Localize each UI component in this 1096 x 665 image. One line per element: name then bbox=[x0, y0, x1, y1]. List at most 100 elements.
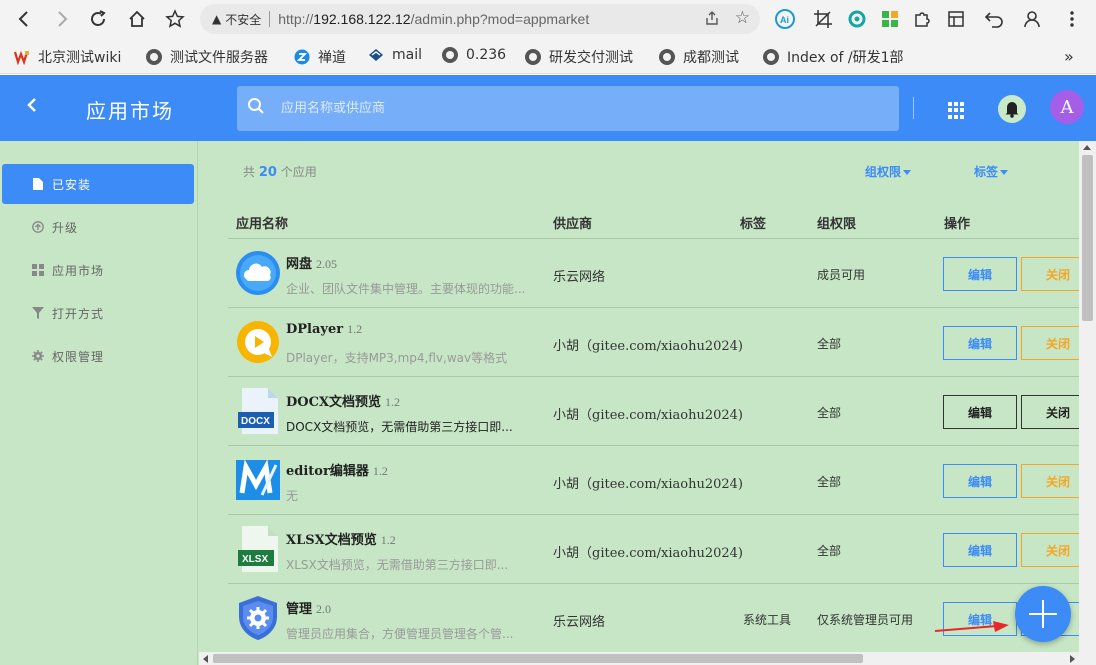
table-row: 管理 2.0 管理员应用集合，方便管理员管理各个管... 乐云网络 系统工具 仅系… bbox=[228, 584, 1079, 652]
cloud-icon bbox=[236, 251, 280, 295]
edit-button[interactable]: 编辑 bbox=[943, 533, 1017, 567]
upgrade-icon bbox=[32, 221, 44, 233]
reload-icon[interactable] bbox=[86, 7, 110, 31]
app-vendor: 小胡（gitee.com/xiaohu2024) bbox=[553, 546, 744, 561]
app-name: editor编辑器 1.2 bbox=[286, 464, 388, 479]
address-bar[interactable]: ▲ 不安全 http://192.168.122.12/admin.php?mo… bbox=[200, 4, 760, 34]
wiki-logo-icon bbox=[13, 49, 30, 66]
vertical-scroll-thumb[interactable] bbox=[1082, 155, 1093, 321]
shield-gear-icon bbox=[239, 596, 277, 640]
horizontal-scroll-thumb[interactable] bbox=[213, 654, 863, 663]
header-divider bbox=[913, 97, 914, 119]
sidebar-item-market[interactable]: 应用市场 bbox=[2, 250, 194, 290]
editor-icon bbox=[236, 459, 280, 500]
bookmark-item[interactable]: 北京测试wiki bbox=[13, 47, 121, 67]
menu-dots-icon[interactable] bbox=[1060, 7, 1084, 31]
bookmarks-bar: 北京测试wiki 测试文件服务器 禅道 mail 0.236 研发交付测试 成都… bbox=[0, 38, 1096, 74]
column-header-tag: 标签 bbox=[740, 217, 767, 232]
close-button[interactable]: 关闭 bbox=[1021, 395, 1079, 429]
app-description: 企业、团队文件集中管理。主要体现的功能... bbox=[286, 282, 526, 296]
search-box[interactable] bbox=[237, 86, 899, 131]
crop-icon[interactable] bbox=[811, 7, 835, 31]
scroll-up-icon[interactable] bbox=[1083, 145, 1091, 150]
horizontal-scrollbar[interactable] bbox=[199, 652, 1079, 665]
bookmark-item[interactable]: 成都测试 bbox=[659, 47, 739, 67]
app-name: DOCX文档预览 1.2 bbox=[286, 395, 401, 410]
add-app-button[interactable] bbox=[1015, 586, 1071, 642]
sidebar-item-permissions[interactable]: 权限管理 bbox=[2, 336, 194, 376]
undo-icon[interactable] bbox=[982, 7, 1006, 31]
home-icon[interactable] bbox=[125, 7, 149, 31]
bookmarks-more-button[interactable]: » bbox=[1064, 47, 1074, 66]
column-header-vendor: 供应商 bbox=[553, 217, 593, 232]
app-body: 已安装 升级 应用市场 打开方式 权限管理 共 20 个应用 组权限 标签 应用… bbox=[0, 141, 1096, 665]
scroll-left-icon[interactable] bbox=[203, 655, 208, 663]
table-row: editor编辑器 1.2 无 小胡（gitee.com/xiaohu2024) … bbox=[228, 446, 1079, 515]
scroll-right-icon[interactable] bbox=[1070, 655, 1075, 663]
column-header-permission: 组权限 bbox=[817, 217, 857, 232]
address-separator bbox=[269, 11, 271, 27]
app-tag: 系统工具 bbox=[743, 613, 792, 627]
edit-button[interactable]: 编辑 bbox=[943, 257, 1017, 291]
sidebar: 已安装 升级 应用市场 打开方式 权限管理 bbox=[0, 141, 198, 665]
back-arrow-icon[interactable] bbox=[12, 7, 36, 31]
svg-text:DOCX: DOCX bbox=[241, 416, 270, 427]
table-row: DPlayer 1.2 DPlayer，支持MP3,mp4,flv,wav等格式 … bbox=[228, 308, 1079, 377]
browser-toolbar: ▲ 不安全 http://192.168.122.12/admin.php?mo… bbox=[0, 0, 1096, 38]
app-vendor: 小胡（gitee.com/xiaohu2024) bbox=[553, 477, 744, 492]
sidebar-item-upgrade[interactable]: 升级 bbox=[2, 207, 194, 247]
app-description: XLSX文档预览，无需借助第三方接口即... bbox=[286, 558, 509, 572]
vertical-scrollbar[interactable] bbox=[1079, 141, 1096, 652]
group-permission-filter[interactable]: 组权限 bbox=[865, 163, 911, 180]
bookmark-item[interactable]: Index of /研发1部 bbox=[763, 47, 904, 67]
app-permission: 全部 bbox=[817, 544, 842, 558]
extensions-puzzle-icon[interactable] bbox=[910, 7, 934, 31]
globe-icon bbox=[146, 49, 162, 65]
grid-icon bbox=[32, 264, 44, 276]
avatar[interactable]: A bbox=[1050, 90, 1084, 124]
close-button[interactable]: 关闭 bbox=[1021, 257, 1079, 291]
edit-button[interactable]: 编辑 bbox=[943, 395, 1017, 429]
forward-arrow-icon[interactable] bbox=[50, 7, 74, 31]
app-name: 管理 2.0 bbox=[286, 602, 332, 617]
app-description: 无 bbox=[286, 489, 299, 503]
close-button[interactable]: 关闭 bbox=[1021, 326, 1079, 360]
qr-extension-icon[interactable] bbox=[878, 7, 902, 31]
app-vendor: 小胡（gitee.com/xiaohu2024) bbox=[553, 339, 744, 354]
back-chevron-icon[interactable] bbox=[26, 95, 38, 120]
app-name: XLSX文档预览 1.2 bbox=[286, 533, 396, 548]
extension-circle-icon[interactable] bbox=[845, 7, 869, 31]
tag-filter[interactable]: 标签 bbox=[974, 163, 1008, 180]
app-name: DPlayer 1.2 bbox=[286, 322, 363, 337]
bookmark-item[interactable]: mail bbox=[368, 47, 422, 63]
sidebar-item-open-with[interactable]: 打开方式 bbox=[2, 293, 194, 333]
bookmark-star-icon[interactable] bbox=[163, 7, 187, 31]
edit-button[interactable]: 编辑 bbox=[943, 464, 1017, 498]
bookmark-item[interactable]: 禅道 bbox=[294, 47, 346, 67]
notification-bell-icon[interactable] bbox=[998, 95, 1026, 123]
close-button[interactable]: 关闭 bbox=[1021, 533, 1079, 567]
edit-button[interactable]: 编辑 bbox=[943, 326, 1017, 360]
ai-assistant-icon[interactable]: Ai bbox=[773, 7, 797, 31]
search-input[interactable] bbox=[281, 86, 861, 131]
app-header: 应用市场 bbox=[0, 75, 1096, 141]
scroll-corner bbox=[1079, 652, 1096, 665]
app-vendor: 乐云网络 bbox=[553, 270, 606, 285]
share-icon[interactable] bbox=[704, 10, 720, 30]
table-row: DOCX DOCX文档预览 1.2 DOCX文档预览，无需借助第三方接口即... … bbox=[228, 377, 1079, 446]
bookmark-item[interactable]: 测试文件服务器 bbox=[146, 47, 268, 67]
page-title: 应用市场 bbox=[86, 99, 174, 123]
globe-icon bbox=[525, 49, 541, 65]
docx-icon: DOCX bbox=[238, 388, 278, 434]
warning-icon: ▲ bbox=[212, 12, 222, 26]
address-star-icon[interactable]: ☆ bbox=[735, 8, 750, 28]
bookmark-item[interactable]: 0.236 bbox=[442, 47, 506, 63]
apps-grid-icon[interactable] bbox=[948, 102, 965, 119]
close-button[interactable]: 关闭 bbox=[1021, 464, 1079, 498]
gear-icon bbox=[32, 350, 44, 362]
app-permission: 成员可用 bbox=[817, 268, 866, 282]
sidebar-panel-icon[interactable] bbox=[944, 7, 968, 31]
profile-icon[interactable] bbox=[1020, 7, 1044, 31]
sidebar-item-installed[interactable]: 已安装 bbox=[2, 164, 194, 204]
bookmark-item[interactable]: 研发交付测试 bbox=[525, 47, 633, 67]
